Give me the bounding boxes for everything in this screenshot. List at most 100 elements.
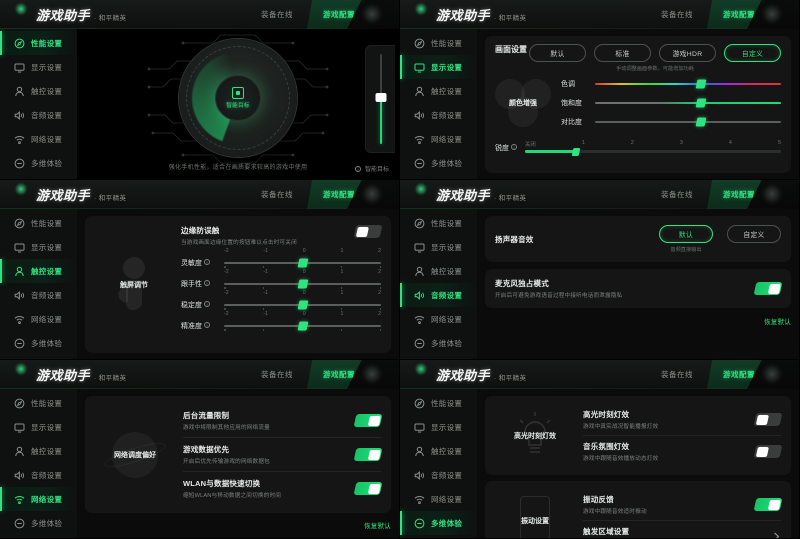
highlight-light-toggle[interactable] (753, 413, 783, 426)
sidebar-item-performance[interactable]: 性能设置 (400, 31, 477, 55)
sidebar-item-audio[interactable]: 音频设置 (0, 463, 77, 487)
mode-default-button[interactable]: 默认 (529, 44, 586, 62)
sidebar-item-display[interactable]: 显示设置 (400, 235, 477, 259)
slider-ticks: -2 -1 0 1 2 (224, 248, 381, 254)
sidebar-item-network[interactable]: 网络设置 (0, 487, 77, 511)
panel3-content: 触屏调节 边缘防误触 当游戏画面边缘位置的按钮难以点击时可关闭 灵敏度 i -2… (77, 209, 399, 359)
sidebar-item-display[interactable]: 显示设置 (0, 55, 77, 79)
tab-device-online[interactable]: 装备在线 (647, 180, 707, 209)
sidebar-item-performance[interactable]: 性能设置 (0, 211, 77, 235)
slider-thumb[interactable] (297, 258, 308, 268)
sidebar-item-network[interactable]: 网络设置 (400, 307, 477, 331)
precision-slider[interactable]: -2 -1 0 1 2 (224, 311, 381, 332)
wlan-switch-toggle[interactable] (353, 482, 383, 495)
mode-standard-button[interactable]: 标准 (594, 44, 651, 62)
speaker-default-button[interactable]: 默认 (659, 225, 713, 243)
sidebar-item-display[interactable]: 显示设置 (400, 415, 477, 439)
color-enhance-label: 颜色增强 (509, 100, 537, 107)
sidebar-item-audio[interactable]: 音频设置 (400, 283, 477, 307)
chevron-right-icon[interactable] (772, 528, 781, 538)
sidebar-item-network[interactable]: 网络设置 (0, 307, 77, 331)
slider-thumb[interactable] (695, 117, 707, 127)
monitor-icon (14, 422, 25, 433)
performance-icon (14, 38, 25, 49)
tab-device-online[interactable]: 装备在线 (247, 0, 307, 29)
sidebar-item-display[interactable]: 显示设置 (0, 235, 77, 259)
sidebar-item-touch[interactable]: 触控设置 (400, 79, 477, 103)
sidebar-item-performance[interactable]: 性能设置 (0, 31, 77, 55)
sidebar-item-network[interactable]: 网络设置 (400, 127, 477, 151)
game-data-priority-toggle[interactable] (353, 448, 383, 461)
wifi-icon (14, 134, 25, 145)
performance-dial[interactable]: 智能目标 (143, 23, 333, 173)
stability-slider[interactable]: -2 -1 0 1 2 (224, 290, 381, 311)
slider-thumb[interactable] (297, 279, 308, 289)
mic-exclusive-toggle[interactable] (753, 282, 783, 295)
slider-label: 灵敏度 i (181, 258, 217, 268)
slider-thumb[interactable] (695, 79, 707, 89)
mode-custom-button[interactable]: 自定义 (724, 44, 781, 62)
slider-knob[interactable] (375, 93, 386, 102)
contrast-slider[interactable] (595, 116, 781, 128)
sidebar-4: 性能设置 显示设置 触控设置 音频设置 网络设置 多维体验 (400, 209, 477, 359)
slider-thumb[interactable] (297, 321, 308, 331)
tab-device-online[interactable]: 装备在线 (247, 180, 307, 209)
background-traffic-toggle[interactable] (353, 414, 383, 427)
sidebar-item-performance[interactable]: 性能设置 (400, 211, 477, 235)
hue-slider[interactable] (595, 78, 781, 90)
sharpness-knob[interactable] (571, 147, 581, 156)
list-item[interactable]: 触发区域设置 仅在触摸特定区域时激活音效振动功能 (583, 521, 781, 538)
sidebar-item-performance[interactable]: 性能设置 (0, 391, 77, 415)
slider-thumb[interactable] (695, 98, 707, 108)
music-ambient-light-toggle[interactable] (753, 445, 783, 458)
sidebar-item-network[interactable]: 网络设置 (0, 127, 77, 151)
tick-label: 0 (302, 248, 306, 254)
sidebar-item-touch[interactable]: 触控设置 (0, 259, 77, 283)
restore-default-link[interactable]: 恢复默认 (485, 317, 791, 326)
sharpness-label-text: 锐度 (495, 145, 509, 152)
panel-touch: 游戏助手 · 和平精英 装备在线 游戏配置 性能设置 显示设置 触控设置 音频设… (0, 180, 400, 360)
slider-thumb[interactable] (297, 300, 308, 310)
mic-exclusive-title: 麦克风独占模式 (495, 279, 549, 288)
restore-default-link[interactable]: 恢复默认 (85, 521, 391, 530)
row-title: WLAN与数据快速切换 (183, 479, 261, 488)
edge-protection-toggle[interactable] (353, 225, 383, 238)
tab-device-online[interactable]: 装备在线 (647, 0, 707, 29)
sidebar-item-label: 显示设置 (431, 242, 463, 252)
tab-device-online[interactable]: 装备在线 (647, 360, 707, 389)
sidebar-item-touch[interactable]: 触控设置 (400, 259, 477, 283)
sidebar-item-multidimension[interactable]: 多维体验 (0, 151, 77, 175)
vibration-feedback-toggle[interactable] (753, 498, 783, 511)
sidebar-2: 性能设置 显示设置 触控设置 音频设置 网络设置 多维体验 (400, 29, 477, 179)
sidebar-item-multidimension[interactable]: 多维体验 (400, 331, 477, 355)
sidebar-item-multidimension[interactable]: 多维体验 (0, 331, 77, 355)
brand: 游戏助手 · 和平精英 (436, 365, 526, 384)
sidebar-item-touch[interactable]: 触控设置 (400, 439, 477, 463)
tick-label: 1 (340, 290, 344, 296)
sidebar-item-display[interactable]: 显示设置 (0, 415, 77, 439)
sidebar-item-audio[interactable]: 音频设置 (400, 103, 477, 127)
sidebar-item-touch[interactable]: 触控设置 (0, 439, 77, 463)
speaker-custom-button[interactable]: 自定义 (727, 225, 781, 243)
sidebar-item-performance[interactable]: 性能设置 (400, 391, 477, 415)
tab-device-online[interactable]: 装备在线 (247, 360, 307, 389)
mode-gamehdr-button[interactable]: 游戏HDR (659, 44, 716, 62)
dial-core-button[interactable]: 智能目标 (215, 75, 261, 121)
sidebar-item-touch[interactable]: 触控设置 (0, 79, 77, 103)
sidebar-item-audio[interactable]: 音频设置 (400, 463, 477, 487)
performance-vertical-slider[interactable] (365, 45, 395, 153)
sidebar-item-network[interactable]: 网络设置 (400, 487, 477, 511)
saturation-slider[interactable] (595, 97, 781, 109)
sidebar-item-multidimension[interactable]: 多维体验 (400, 511, 477, 535)
monitor-icon (14, 242, 25, 253)
follow-slider[interactable]: -2 -1 0 1 2 (224, 269, 381, 290)
sharpness-slider[interactable]: 关闭 1 2 3 4 5 (525, 140, 781, 156)
sidebar-item-multidimension[interactable]: 多维体验 (0, 511, 77, 535)
sidebar-item-audio[interactable]: 音频设置 (0, 103, 77, 127)
sensitivity-slider[interactable]: -2 -1 0 1 2 (224, 248, 381, 269)
sidebar-item-audio[interactable]: 音频设置 (0, 283, 77, 307)
sidebar-item-multidimension[interactable]: 多维体验 (400, 151, 477, 175)
sidebar-item-display[interactable]: 显示设置 (400, 55, 477, 79)
brand: 游戏助手 · 和平精英 (36, 5, 126, 24)
table-row: 音乐氛围灯效 游戏中跟随音效播放动态灯效 (583, 436, 783, 467)
